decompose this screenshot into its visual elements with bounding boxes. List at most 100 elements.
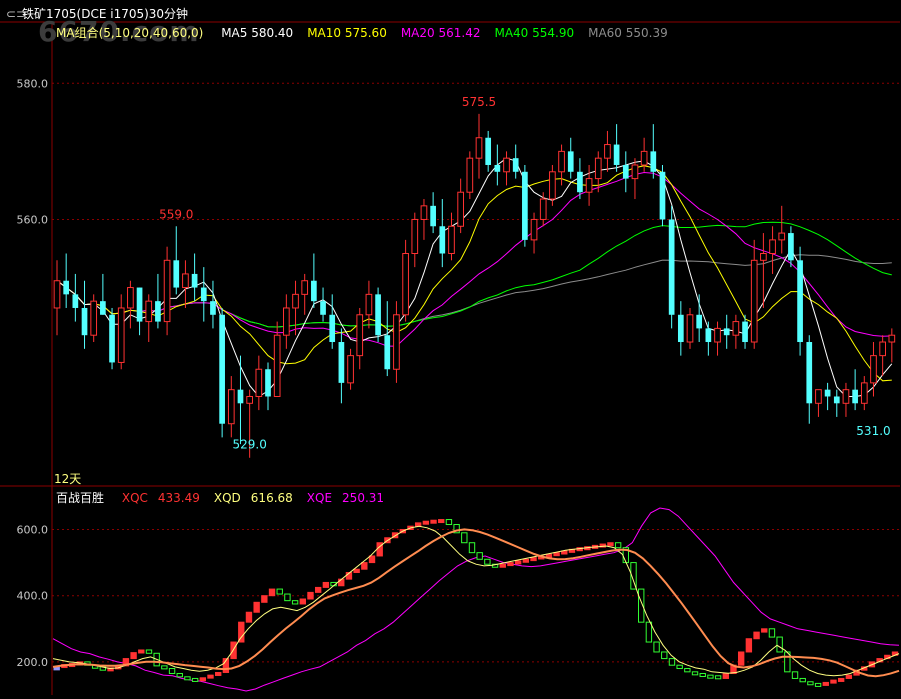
xqc-bar-down (684, 668, 691, 673)
candle-up (549, 171, 556, 200)
xqc-bar-down (476, 552, 483, 560)
candle-up (631, 164, 639, 180)
candle-down (485, 137, 492, 165)
ma-legend-item: MA10 575.60 (307, 26, 387, 40)
xqc-bar-up (245, 611, 253, 623)
candle-up (558, 150, 565, 173)
xqc-bar-up (737, 651, 745, 666)
indicator-tick-label: 600.0 (17, 523, 49, 536)
candle-down (210, 301, 216, 315)
ma60-line (56, 254, 892, 328)
xqc-bar-down (291, 600, 299, 605)
xqc-bar-up (215, 671, 222, 676)
xqc-bar-down (799, 677, 806, 683)
xqc-bar-down (714, 675, 722, 680)
xqc-bar-down (668, 658, 676, 666)
candle-up (466, 157, 474, 193)
xqc-bar-up (353, 568, 360, 574)
candle-down (705, 328, 712, 343)
indicator-legend-label: XQC (121, 491, 148, 505)
candle-up (870, 355, 877, 384)
candle-down (191, 273, 198, 288)
candle-up (292, 293, 299, 309)
candle-down (155, 301, 161, 322)
xqc-bar-up (299, 598, 306, 605)
candle-up (539, 198, 547, 220)
xqc-bar-down (276, 588, 283, 595)
xqc-bar-down (699, 672, 706, 677)
candle-up (750, 259, 758, 343)
xqc-bar-up (414, 522, 422, 527)
candle-down (742, 321, 748, 343)
xqc-bar-up (438, 519, 445, 524)
indicator-legend-value: 250.31 (342, 491, 385, 505)
candle-up (182, 273, 189, 289)
indicator-legend: 百战百胜 XQC 433.49 XQD 616.68 XQE 250.31 (56, 489, 384, 506)
candle-down (338, 342, 345, 383)
xqc-bar-up (314, 586, 322, 593)
candle-down (613, 144, 620, 165)
price-annotation: 529.0 (232, 438, 266, 452)
chart-window: 560.0 580.0 575.5 559.0 529.0 531.0 200.0 400.0… (0, 0, 901, 695)
candle-down (806, 342, 813, 404)
price-tick-label: 560.0 (17, 213, 49, 226)
window-menu-icon[interactable]: ⊂⊃ (6, 7, 26, 21)
candle-up (732, 321, 740, 336)
chart-canvas: 560.0 580.0 575.5 559.0 529.0 531.0 200.0 400.0… (0, 21, 900, 695)
xqc-bar-down (445, 519, 453, 526)
candle-up (90, 300, 98, 336)
candle-up (594, 157, 602, 180)
candle-down (329, 314, 336, 343)
xqc-bar-down (168, 668, 176, 674)
xqc-bar-down (807, 681, 814, 686)
candle-up (503, 157, 510, 173)
xqc-bar-up (522, 558, 530, 563)
xqc-bar-up (361, 562, 368, 570)
xqc-bar-up (607, 542, 614, 547)
xqc-bar-up (253, 601, 260, 613)
xqc-bar-down (676, 664, 683, 670)
candle-down (200, 287, 207, 302)
xqc-bar-up (830, 679, 837, 684)
xqc-bar-down (468, 542, 476, 554)
xqc-bar-up (207, 674, 214, 679)
candle-down (430, 205, 436, 227)
candle-down (439, 226, 446, 254)
candle-down (797, 260, 803, 343)
candle-down (136, 287, 143, 322)
candle-down (668, 219, 675, 315)
ma-legend-item: MA40 554.90 (494, 26, 575, 40)
price-annotation: 559.0 (159, 207, 193, 221)
xqc-bar-up (837, 677, 845, 682)
candle-up (53, 280, 61, 309)
xqc-bar-down (461, 532, 468, 544)
candle-down (384, 335, 391, 370)
xqc-bar-up (530, 557, 537, 562)
candle-down (72, 294, 79, 308)
xqc-bar-down (614, 542, 622, 549)
indicator-name: 百战百胜 (56, 491, 105, 505)
indicator-legend-value: 616.68 (250, 491, 293, 505)
candle-up (530, 218, 538, 241)
candle-up (769, 239, 776, 255)
candle-up (778, 232, 786, 241)
xqc-bar-up (430, 519, 437, 524)
candle-up (760, 253, 767, 261)
price-annotation: 575.5 (462, 95, 496, 109)
xqc-bar-down (191, 677, 199, 682)
price-tick-label: 580.0 (17, 77, 49, 90)
candle-up (356, 314, 364, 357)
xqc-bar-down (791, 671, 799, 679)
candle-up (393, 314, 400, 370)
candle-up (163, 259, 171, 323)
xqc-bar-up (199, 677, 207, 682)
xqc-bar-down (645, 621, 653, 643)
candle-down (677, 314, 684, 343)
candle-up (585, 178, 593, 193)
xqc-bar-up (130, 652, 137, 660)
xqc-bar-up (753, 631, 760, 640)
candle-up (402, 253, 409, 316)
candle-down (788, 233, 794, 261)
candle-down (109, 314, 115, 363)
candle-down (833, 396, 840, 404)
